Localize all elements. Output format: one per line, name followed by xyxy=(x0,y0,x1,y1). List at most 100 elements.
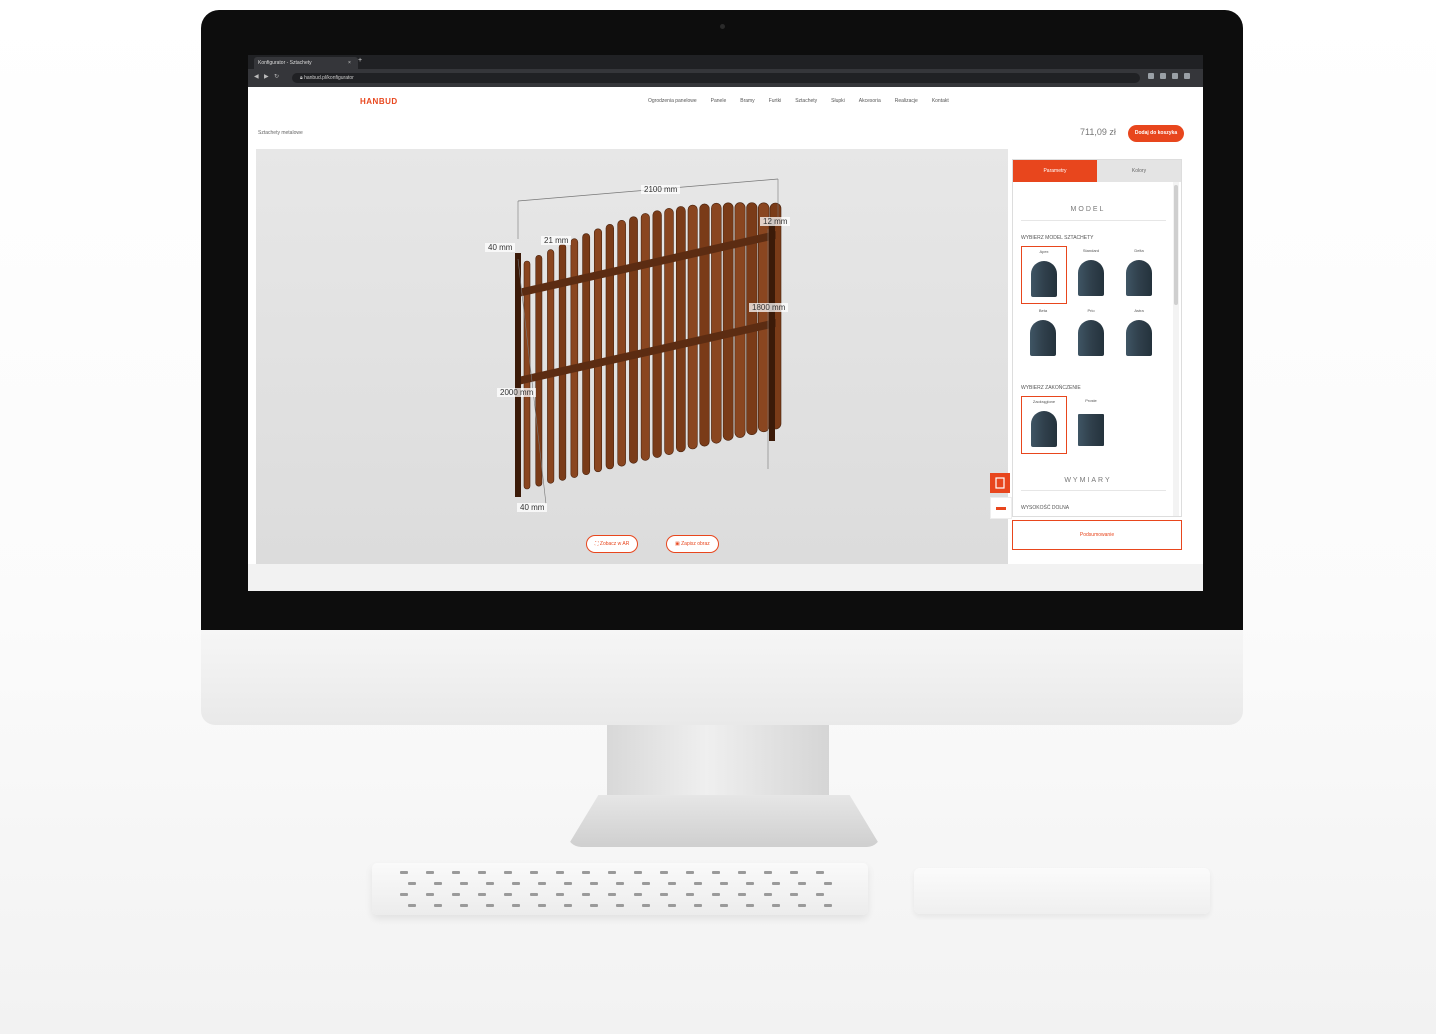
browser-tab[interactable]: Konfigurator - Sztachety × xyxy=(254,57,358,69)
tab-title: Konfigurator - Sztachety xyxy=(258,60,312,66)
keyboard-key xyxy=(564,904,572,907)
ar-view-button[interactable]: ⛶ Zobacz w AR xyxy=(586,535,639,553)
keyboard-key xyxy=(686,893,694,896)
dimension-top-right: 12 mm xyxy=(760,217,791,226)
profile-icon[interactable] xyxy=(1172,73,1178,79)
height-label: WYSOKOŚĆ DOLNA xyxy=(1021,505,1070,511)
keyboard-key xyxy=(582,871,590,874)
keyboard-key xyxy=(608,893,616,896)
camera xyxy=(720,24,725,29)
save-icon[interactable] xyxy=(990,473,1010,493)
menu-item[interactable]: Ogrodzenia panelowe xyxy=(648,98,697,104)
keyboard-key xyxy=(634,871,642,874)
forward-arrow-icon[interactable]: ▶ xyxy=(264,73,269,80)
fence-picket xyxy=(711,202,722,444)
keyboard-key xyxy=(408,904,416,907)
save-image-button[interactable]: ▣ Zapisz obraz xyxy=(666,535,719,553)
menu-item[interactable]: Kontakt xyxy=(932,98,949,104)
menu-item[interactable]: Sztachety xyxy=(795,98,817,104)
extension-icon[interactable] xyxy=(1160,73,1166,79)
fence-picket xyxy=(605,224,614,470)
model-option[interactable]: Standard xyxy=(1069,246,1113,302)
keyboard-key xyxy=(642,882,650,885)
keyboard-key xyxy=(746,882,754,885)
fence-picket xyxy=(593,228,603,473)
finish-option[interactable]: Proste xyxy=(1069,396,1113,452)
picket-icon xyxy=(1078,320,1104,356)
tab-parameters[interactable]: Parametry xyxy=(1013,160,1097,182)
model-option[interactable]: Apex xyxy=(1021,246,1067,304)
keyboard-key xyxy=(660,893,668,896)
keyboard-key xyxy=(478,893,486,896)
model-name: Astra xyxy=(1134,308,1144,313)
picket-icon xyxy=(1030,320,1056,356)
dimension-top-left: 40 mm xyxy=(485,243,516,252)
keyboard xyxy=(372,863,868,915)
keyboard-key xyxy=(642,904,650,907)
breadcrumb[interactable]: Sztachety metalowe xyxy=(258,130,303,136)
keyboard-key xyxy=(400,893,408,896)
ruler-icon[interactable] xyxy=(990,497,1012,519)
menu-item[interactable]: Furtki xyxy=(769,98,782,104)
menu-item[interactable]: Panele xyxy=(711,98,727,104)
divider xyxy=(1021,490,1166,491)
3d-viewport[interactable]: 2100 mm 21 mm 40 mm 12 mm 1800 mm 2000 m… xyxy=(256,149,1008,564)
fence-picket xyxy=(675,206,686,453)
reload-icon[interactable]: ↻ xyxy=(274,73,279,80)
url-text: hanbud.pl/konfigurator xyxy=(304,75,354,81)
fence-picket xyxy=(664,208,674,456)
dimension-height-left: 2000 mm xyxy=(497,388,537,397)
keyboard-key xyxy=(486,882,494,885)
choose-finish-label: WYBIERZ ZAKOŃCZENIE xyxy=(1021,385,1081,391)
keyboard-key xyxy=(478,871,486,874)
model-option[interactable]: Astra xyxy=(1117,306,1161,362)
extension-icon[interactable] xyxy=(1148,73,1154,79)
keyboard-key xyxy=(720,904,728,907)
keyboard-key xyxy=(694,904,702,907)
keyboard-key xyxy=(452,893,460,896)
new-tab-button[interactable]: + xyxy=(358,57,362,64)
summary-button[interactable]: Podsumowanie xyxy=(1012,520,1182,550)
finish-option[interactable]: Zaokrąglone xyxy=(1021,396,1067,454)
fence-picket xyxy=(629,216,638,464)
close-icon[interactable]: × xyxy=(348,57,351,69)
model-name: Apex xyxy=(1039,249,1049,254)
browser-toolbar: ◀ ▶ ↻ 🔒︎ hanbud.pl/konfigurator xyxy=(248,69,1203,87)
model-option[interactable]: Delta xyxy=(1117,246,1161,302)
keyboard-key xyxy=(538,904,546,907)
add-to-cart-button[interactable]: Dodaj do koszyka xyxy=(1128,125,1184,142)
keyboard-key xyxy=(816,871,824,874)
model-name: Beta xyxy=(1038,308,1048,313)
keyboard-key xyxy=(434,882,442,885)
fence-picket xyxy=(617,219,626,467)
stand-neck xyxy=(607,725,829,795)
keyboard-key xyxy=(712,871,720,874)
logo[interactable]: HANBUD xyxy=(360,97,398,106)
model-option[interactable]: Prio xyxy=(1069,306,1113,362)
keyboard-key xyxy=(738,871,746,874)
finish-name: Zaokrąglone xyxy=(1032,399,1056,404)
menu-item[interactable]: Słupki xyxy=(831,98,845,104)
tab-colors[interactable]: Kolory xyxy=(1097,160,1181,182)
address-bar[interactable]: 🔒︎ hanbud.pl/konfigurator xyxy=(292,73,1140,83)
save-image-label: Zapisz obraz xyxy=(681,541,710,547)
fence-3d-model[interactable] xyxy=(256,149,1008,564)
menu-item[interactable]: Akcesoria xyxy=(859,98,881,104)
keyboard-key xyxy=(460,882,468,885)
keyboard-key xyxy=(556,871,564,874)
keyboard-key xyxy=(798,882,806,885)
keyboard-key xyxy=(538,882,546,885)
back-arrow-icon[interactable]: ◀ xyxy=(254,73,259,80)
keyboard-key xyxy=(426,871,434,874)
keyboard-key xyxy=(590,882,598,885)
menu-item[interactable]: Bramy xyxy=(740,98,754,104)
model-option[interactable]: Beta xyxy=(1021,306,1065,362)
menu-icon[interactable] xyxy=(1184,73,1190,79)
panel-scroll-thumb[interactable] xyxy=(1174,185,1178,305)
menu-item[interactable]: Realizacje xyxy=(895,98,918,104)
keyboard-key xyxy=(686,871,694,874)
keyboard-key xyxy=(660,871,668,874)
screen: Konfigurator - Sztachety × + ◀ ▶ ↻ 🔒︎ ha… xyxy=(248,55,1203,591)
browser-tabbar: Konfigurator - Sztachety × + xyxy=(248,55,1203,69)
options-panel: Parametry Kolory MODEL WYBIERZ MODEL SZT… xyxy=(1012,159,1182,517)
